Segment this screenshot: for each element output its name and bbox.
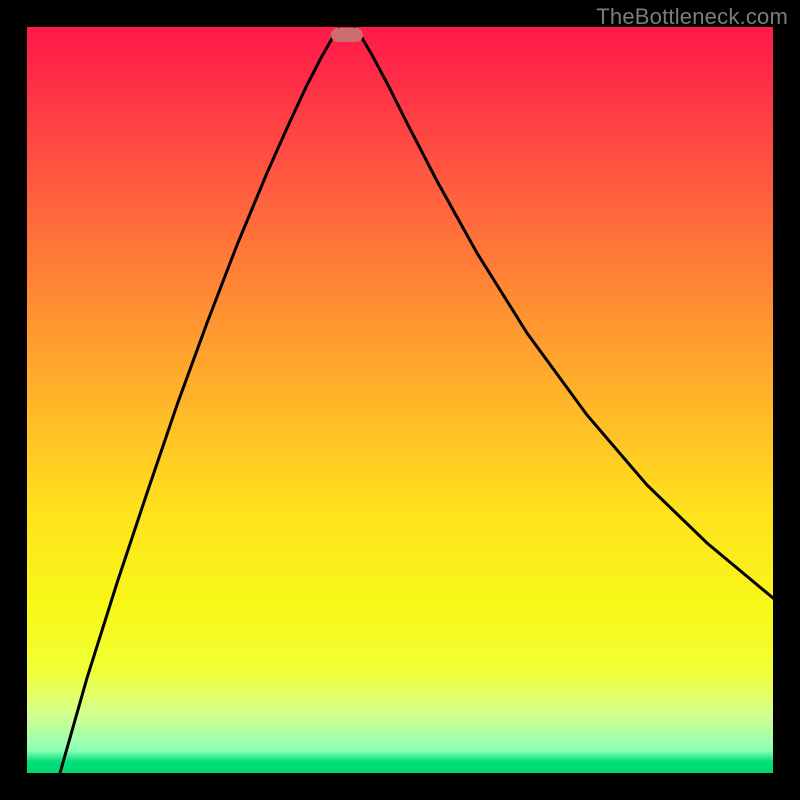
- curve-right: [355, 29, 773, 598]
- chart-curves-svg: [27, 27, 773, 773]
- bottleneck-marker: [331, 28, 363, 42]
- chart-plot-area: [27, 27, 773, 773]
- curve-left: [60, 29, 339, 773]
